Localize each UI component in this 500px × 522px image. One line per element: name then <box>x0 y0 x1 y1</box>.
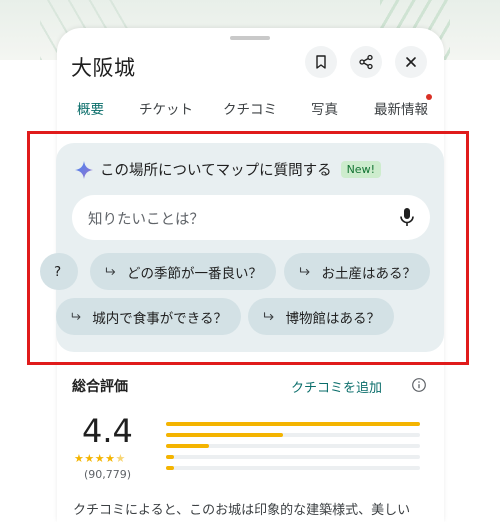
rating-bar-fill <box>166 455 174 459</box>
rating-bar-fill <box>166 422 420 426</box>
notification-dot <box>426 94 432 100</box>
bookmark-icon <box>316 55 326 69</box>
close-button[interactable] <box>395 46 427 78</box>
ratings-title: 総合評価 <box>72 379 128 395</box>
tab-overview[interactable]: 概要 <box>77 98 104 118</box>
star-icon: ★ <box>94 452 106 465</box>
tab-tickets[interactable]: チケット <box>139 98 193 118</box>
review-count: (90,779) <box>84 468 132 481</box>
tab-photos[interactable]: 写真 <box>311 98 338 118</box>
rating-bar-4 <box>166 433 420 437</box>
add-review-link[interactable]: クチコミを追加 <box>291 377 382 396</box>
star-icon: ★ <box>105 452 116 465</box>
rating-bar-fill <box>166 466 174 470</box>
rating-bar-3 <box>166 444 420 448</box>
place-title: 大阪城 <box>71 56 136 80</box>
rating-bar-5 <box>166 422 420 426</box>
tab-updates[interactable]: 最新情報 <box>374 98 428 118</box>
close-icon <box>406 57 416 67</box>
rating-bar-fill <box>166 444 210 448</box>
highlight-box <box>27 131 469 365</box>
star-half-icon: ★ <box>115 452 126 465</box>
rating-bar-1 <box>166 466 420 470</box>
average-rating: 4.4 <box>82 412 133 450</box>
rating-bar-2 <box>166 455 420 459</box>
star-rating: ★★★★★ <box>74 452 126 465</box>
info-icon[interactable] <box>411 377 427 393</box>
star-icon: ★ <box>74 452 85 465</box>
tab-bar: 概要 チケット クチコミ 写真 最新情報 <box>57 94 444 128</box>
save-button[interactable] <box>305 46 337 78</box>
rating-bar-fill <box>166 433 283 437</box>
drag-handle[interactable] <box>230 36 270 40</box>
review-summary: クチコミによると、このお城は印象的な建築様式、美しい <box>73 503 411 518</box>
share-icon <box>359 54 373 70</box>
tab-reviews[interactable]: クチコミ <box>223 98 277 118</box>
star-icon: ★ <box>84 452 95 465</box>
share-button[interactable] <box>350 46 382 78</box>
